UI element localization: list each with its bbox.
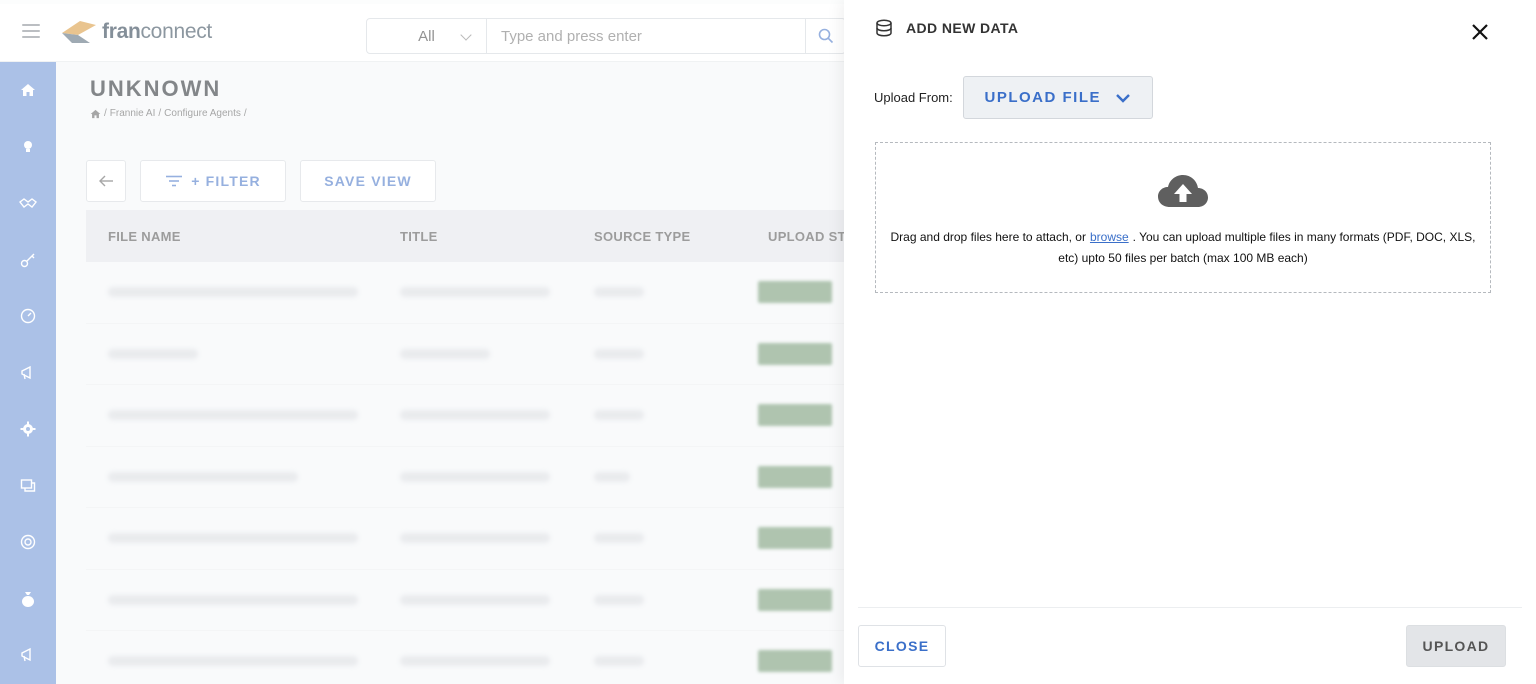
file-dropzone[interactable]: Drag and drop files here to attach, or br… (875, 142, 1491, 293)
chevron-down-icon (1116, 93, 1130, 103)
modal-backdrop[interactable] (0, 0, 860, 684)
close-icon (1472, 24, 1488, 40)
upload-button[interactable]: UPLOAD (1406, 625, 1506, 667)
close-drawer-button[interactable] (1468, 20, 1492, 44)
close-button[interactable]: CLOSE (858, 625, 946, 667)
upload-from-row: Upload From: UPLOAD FILE (874, 76, 1153, 119)
upload-from-label: Upload From: (874, 90, 953, 105)
browse-link[interactable]: browse (1086, 230, 1133, 244)
drawer-title: ADD NEW DATA (906, 20, 1019, 36)
database-icon (876, 19, 892, 37)
dropzone-instructions: Drag and drop files here to attach, or br… (890, 230, 1476, 265)
add-new-data-drawer: ADD NEW DATA Upload From: UPLOAD FILE Dr… (844, 0, 1536, 684)
cloud-upload-icon (1158, 175, 1208, 207)
upload-from-select[interactable]: UPLOAD FILE (962, 76, 1153, 119)
drawer-footer-divider (858, 607, 1522, 608)
drawer-header: ADD NEW DATA (874, 18, 1018, 38)
